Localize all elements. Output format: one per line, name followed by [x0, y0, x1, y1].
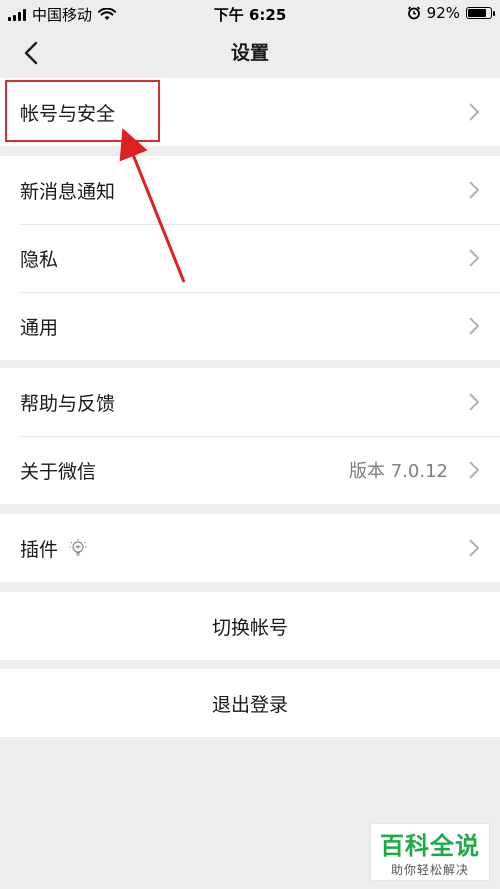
annotation-arrow — [119, 128, 186, 283]
watermark-subtitle: 助你轻松解决 — [390, 863, 469, 877]
watermark-title: 百科全说 — [380, 832, 480, 860]
watermark-logo: 百科全说 助你轻松解决 — [370, 823, 490, 881]
